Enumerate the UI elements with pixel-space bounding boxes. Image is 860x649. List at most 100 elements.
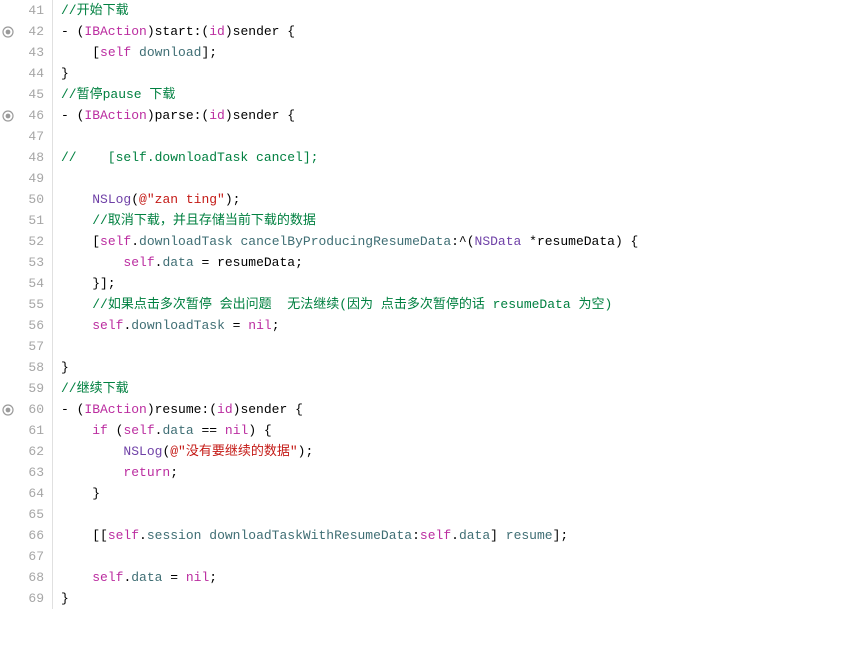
token: [ [61, 45, 100, 60]
token: = [162, 570, 185, 585]
line-number: 62 [16, 441, 53, 462]
line-number: 53 [16, 252, 53, 273]
code-line[interactable]: 58} [0, 357, 860, 378]
token: IBAction [84, 402, 146, 417]
code-line[interactable]: 68 self.data = nil; [0, 567, 860, 588]
code-text[interactable]: //开始下载 [53, 0, 129, 21]
token: } [61, 591, 69, 606]
code-text[interactable]: - (IBAction)resume:(id)sender { [53, 399, 303, 420]
code-line[interactable]: 61 if (self.data == nil) { [0, 420, 860, 441]
token: @"zan ting" [139, 192, 225, 207]
code-text[interactable]: //暂停pause 下载 [53, 84, 175, 105]
code-text[interactable]: self.data = resumeData; [53, 252, 303, 273]
token: self [92, 318, 123, 333]
token: )start:( [147, 24, 209, 39]
line-number: 50 [16, 189, 53, 210]
token: self [108, 528, 139, 543]
code-editor[interactable]: 41//开始下载42- (IBAction)start:(id)sender {… [0, 0, 860, 609]
code-text[interactable]: // [self.downloadTask cancel]; [53, 147, 318, 168]
token: self [420, 528, 451, 543]
code-line[interactable]: 63 return; [0, 462, 860, 483]
code-text[interactable]: self.data = nil; [53, 567, 217, 588]
code-text[interactable]: [self.downloadTask cancelByProducingResu… [53, 231, 638, 252]
token: IBAction [84, 108, 146, 123]
code-line[interactable]: 62 NSLog(@"没有要继续的数据"); [0, 441, 860, 462]
token: [[ [61, 528, 108, 543]
code-line[interactable]: 59//继续下载 [0, 378, 860, 399]
token: if [92, 423, 108, 438]
token [61, 444, 123, 459]
code-line[interactable]: 49 [0, 168, 860, 189]
token: } [61, 486, 100, 501]
token: self [92, 570, 123, 585]
ibaction-connection-icon[interactable] [0, 26, 16, 38]
token: nil [225, 423, 248, 438]
token: self [123, 255, 154, 270]
code-text[interactable]: - (IBAction)start:(id)sender { [53, 21, 295, 42]
token: id [209, 108, 225, 123]
code-line[interactable]: 51 //取消下载，并且存储当前下载的数据 [0, 210, 860, 231]
code-line[interactable]: 52 [self.downloadTask cancelByProducingR… [0, 231, 860, 252]
code-text[interactable]: } [53, 357, 69, 378]
code-line[interactable]: 47 [0, 126, 860, 147]
token: nil [248, 318, 271, 333]
code-line[interactable]: 67 [0, 546, 860, 567]
code-text[interactable]: } [53, 588, 69, 609]
token: ] [490, 528, 506, 543]
code-line[interactable]: 66 [[self.session downloadTaskWithResume… [0, 525, 860, 546]
token: nil [186, 570, 209, 585]
token: NSLog [123, 444, 162, 459]
code-line[interactable]: 64 } [0, 483, 860, 504]
code-text[interactable]: }]; [53, 273, 116, 294]
code-line[interactable]: 46- (IBAction)parse:(id)sender { [0, 105, 860, 126]
token: } [61, 66, 69, 81]
code-text[interactable]: //继续下载 [53, 378, 129, 399]
code-line[interactable]: 42- (IBAction)start:(id)sender { [0, 21, 860, 42]
token: ); [298, 444, 314, 459]
code-text[interactable]: - (IBAction)parse:(id)sender { [53, 105, 295, 126]
token: }]; [61, 276, 116, 291]
token: IBAction [84, 24, 146, 39]
code-text[interactable]: if (self.data == nil) { [53, 420, 272, 441]
code-line[interactable]: 69} [0, 588, 860, 609]
line-number: 68 [16, 567, 53, 588]
line-number: 44 [16, 63, 53, 84]
line-number: 67 [16, 546, 53, 567]
token: data [162, 255, 193, 270]
code-text[interactable]: //取消下载，并且存储当前下载的数据 [53, 210, 316, 231]
token: ) { [248, 423, 271, 438]
token: return [123, 465, 170, 480]
code-text[interactable]: NSLog(@"没有要继续的数据"); [53, 441, 313, 462]
code-line[interactable]: 56 self.downloadTask = nil; [0, 315, 860, 336]
code-text[interactable]: } [53, 483, 100, 504]
line-number: 52 [16, 231, 53, 252]
code-line[interactable]: 44} [0, 63, 860, 84]
code-line[interactable]: 43 [self download]; [0, 42, 860, 63]
ibaction-connection-icon[interactable] [0, 404, 16, 416]
code-text[interactable]: } [53, 63, 69, 84]
code-line[interactable]: 50 NSLog(@"zan ting"); [0, 189, 860, 210]
ibaction-connection-icon[interactable] [0, 110, 16, 122]
token [61, 297, 92, 312]
token: data [131, 570, 162, 585]
code-text[interactable]: [[self.session downloadTaskWithResumeDat… [53, 525, 568, 546]
code-line[interactable]: 45//暂停pause 下载 [0, 84, 860, 105]
code-line[interactable]: 54 }]; [0, 273, 860, 294]
token: - ( [61, 402, 84, 417]
code-line[interactable]: 48// [self.downloadTask cancel]; [0, 147, 860, 168]
code-line[interactable]: 60- (IBAction)resume:(id)sender { [0, 399, 860, 420]
code-text[interactable]: self.downloadTask = nil; [53, 315, 280, 336]
code-text[interactable]: //如果点击多次暂停 会出问题 无法继续(因为 点击多次暂停的话 resumeD… [53, 294, 612, 315]
token [131, 45, 139, 60]
token [61, 465, 123, 480]
code-text[interactable]: [self download]; [53, 42, 217, 63]
code-line[interactable]: 65 [0, 504, 860, 525]
code-line[interactable]: 55 //如果点击多次暂停 会出问题 无法继续(因为 点击多次暂停的话 resu… [0, 294, 860, 315]
code-text[interactable]: NSLog(@"zan ting"); [53, 189, 240, 210]
code-line[interactable]: 53 self.data = resumeData; [0, 252, 860, 273]
code-line[interactable]: 57 [0, 336, 860, 357]
code-text[interactable]: return; [53, 462, 178, 483]
code-line[interactable]: 41//开始下载 [0, 0, 860, 21]
line-number: 45 [16, 84, 53, 105]
line-number: 64 [16, 483, 53, 504]
